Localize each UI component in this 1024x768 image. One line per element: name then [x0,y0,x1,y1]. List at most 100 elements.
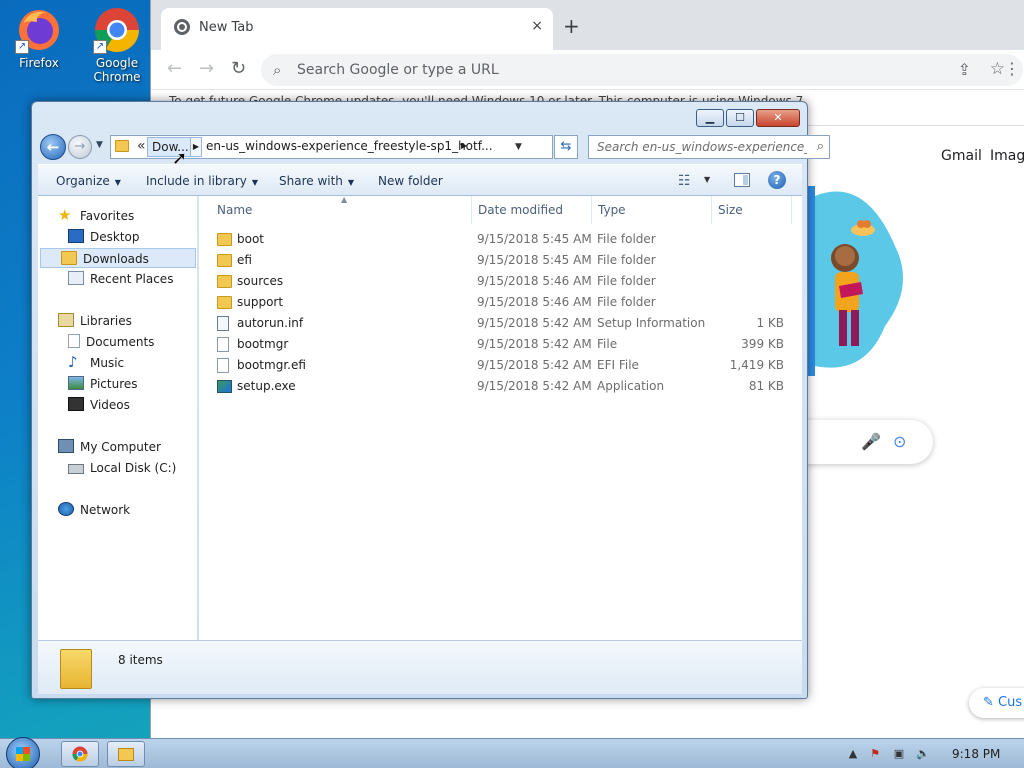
customize-chrome-button[interactable]: ✎ Cus [969,688,1024,718]
file-row-efi[interactable]: efi 9/15/2018 5:45 AM File folder [199,250,802,271]
folder-icon [217,233,232,246]
nav-item-downloads[interactable]: Downloads [40,248,196,268]
nav-item-pictures[interactable]: Pictures [68,374,138,394]
lens-camera-icon[interactable]: ⊙ [893,432,906,451]
column-header-name[interactable]: Name ▲ [211,195,472,224]
share-with-label: Share with [279,174,343,188]
show-hidden-icons-icon[interactable]: ▲ [846,747,860,761]
setup-information-file-icon [217,316,229,331]
desktop-icon-firefox[interactable]: ↗ Firefox [4,6,74,70]
file-row-bootmgr-efi[interactable]: bootmgr.efi 9/15/2018 5:42 AM EFI File 1… [199,355,802,376]
minimize-button[interactable]: ▁ [696,109,724,127]
nav-item-desktop[interactable]: Desktop [68,227,140,247]
reload-icon[interactable]: ↻ [231,58,246,79]
back-arrow-icon[interactable]: ← [167,58,182,79]
nav-item-videos[interactable]: Videos [68,395,130,415]
nav-label: Videos [90,398,130,412]
share-icon[interactable]: ⇪ [958,60,971,79]
chrome-tab-new-tab[interactable]: New Tab × [161,8,553,50]
recent-pages-dropdown-icon[interactable]: ▼ [96,140,103,150]
omnibox[interactable]: ⌕ Search Google or type a URL ⇪ ☆ [261,54,1023,86]
breadcrumb-current-folder[interactable]: en-us_windows-experience_freestyle-sp1_h… [206,139,493,153]
omnibox-placeholder: Search Google or type a URL [297,62,499,78]
recent-places-icon [68,271,84,285]
maximize-button[interactable]: ☐ [726,109,754,127]
new-folder-button[interactable]: New folder [378,174,443,188]
explorer-window: ▁ ☐ ✕ ← → ▼ « Dow... ▶ en-us_windows-exp… [31,101,830,699]
help-icon[interactable]: ? [768,171,786,189]
gmail-link[interactable]: Gmail [941,148,982,164]
google-doodle[interactable] [805,186,905,376]
dropdown-arrow-icon: ▼ [251,178,259,187]
nav-label: Documents [86,335,155,349]
new-tab-button[interactable]: + [563,14,580,38]
forward-arrow-icon[interactable]: → [199,58,214,79]
google-search-box[interactable]: 🎤 ⊙ [791,420,933,464]
organize-button[interactable]: Organize ▼ [56,174,121,188]
file-size: 81 KB [748,379,784,393]
nav-item-documents[interactable]: Documents [68,332,154,352]
file-date: 9/15/2018 5:46 AM [477,295,592,309]
dropdown-arrow-icon: ▼ [114,178,121,187]
file-row-boot[interactable]: boot 9/15/2018 5:45 AM File folder [199,229,802,250]
file-row-sources[interactable]: sources 9/15/2018 5:46 AM File folder [199,271,802,292]
forward-button[interactable]: → [68,135,92,159]
network-tray-icon[interactable]: ▣ [892,747,906,761]
nav-label: My Computer [80,440,161,454]
volume-muted-icon[interactable]: 🔈 [916,747,930,761]
action-center-flag-icon[interactable]: ⚑ [868,747,882,761]
search-input[interactable]: Search en-us_windows-experience_fre... ⌕ [588,135,830,159]
include-in-library-button[interactable]: Include in library ▼ [146,174,258,188]
file-row-setup-exe[interactable]: setup.exe 9/15/2018 5:42 AM Application … [199,376,802,397]
tab-close-icon[interactable]: × [531,18,543,34]
close-button[interactable]: ✕ [756,109,800,127]
file-date: 9/15/2018 5:46 AM [477,274,592,288]
file-type: Setup Information [597,316,706,330]
taskbar-explorer-button[interactable] [107,741,145,767]
column-header-type[interactable]: Type [592,196,712,224]
nav-item-music[interactable]: Music [68,352,125,373]
breadcrumb-overflow[interactable]: « [137,138,146,154]
file-name: setup.exe [237,379,296,393]
file-name: autorun.inf [237,316,304,330]
nav-item-recent-places[interactable]: Recent Places [68,269,173,289]
nav-item-favorites[interactable]: Favorites [58,205,134,226]
view-dropdown-icon[interactable]: ▼ [704,175,710,184]
images-link[interactable]: Image [990,148,1024,164]
taskbar-chrome-button[interactable] [61,741,99,767]
nav-item-libraries[interactable]: Libraries [58,311,132,331]
star-icon [58,205,74,225]
navigation-pane: Favorites Desktop Downloads Recent Place… [38,196,198,640]
preview-pane-button[interactable] [734,173,750,187]
mouse-cursor-icon: ➚ [172,148,188,169]
kebab-menu-icon[interactable]: ⋮ [1004,59,1020,78]
nav-item-network[interactable]: Network [58,500,130,520]
chrome-favicon-icon [174,19,190,35]
change-view-icon[interactable]: ☷ [678,173,691,189]
column-header-date-modified[interactable]: Date modified [472,196,592,224]
search-icon[interactable]: ⌕ [817,139,824,154]
back-button[interactable]: ← [40,134,66,160]
refresh-button[interactable]: ⇆ [554,135,578,159]
breadcrumb-separator-icon[interactable]: ▶ [461,141,467,150]
file-type: File folder [597,295,656,309]
microphone-icon[interactable]: 🎤 [861,432,881,451]
file-row-support[interactable]: support 9/15/2018 5:46 AM File folder [199,292,802,313]
file-row-bootmgr[interactable]: bootmgr 9/15/2018 5:42 AM File 399 KB [199,334,802,355]
start-button[interactable] [6,737,40,768]
nav-label: Recent Places [90,272,174,286]
address-dropdown-icon[interactable]: ▼ [515,142,522,152]
folder-icon [118,748,134,761]
taskbar: ▲ ⚑ ▣ 🔈 9:18 PM [0,737,1024,768]
nav-item-my-computer[interactable]: My Computer [58,437,161,457]
sort-ascending-icon: ▲ [341,195,348,204]
file-row-autorun[interactable]: autorun.inf 9/15/2018 5:42 AM Setup Info… [199,313,802,334]
nav-label: Music [90,356,125,370]
nav-item-local-disk[interactable]: Local Disk (C:) [68,458,176,478]
desktop-icon-chrome[interactable]: ↗ Google Chrome [82,6,152,84]
column-header-size[interactable]: Size [712,196,792,224]
generic-file-icon [217,358,229,373]
breadcrumb-separator-icon[interactable]: ▶ [190,137,202,157]
bookmark-star-icon[interactable]: ☆ [990,59,1005,79]
clock[interactable]: 9:18 PM [952,747,1000,761]
